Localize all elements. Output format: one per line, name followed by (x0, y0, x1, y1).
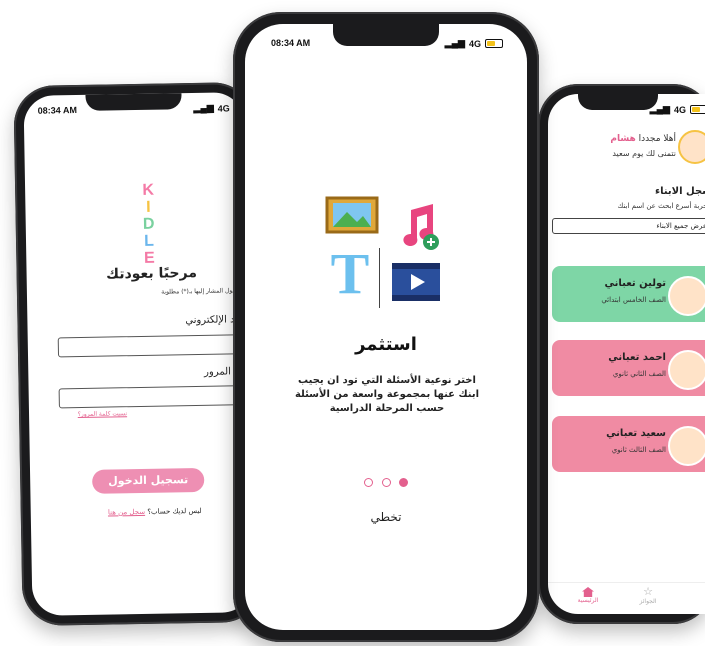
child-avatar (668, 276, 705, 316)
phone-notch (333, 24, 439, 46)
nav-awards[interactable]: ☆ الجوائز (628, 585, 668, 605)
login-button[interactable]: تسجيل الدخول (92, 467, 205, 494)
trophy-icon: ☆ (643, 585, 653, 598)
phone-notch (578, 94, 658, 110)
onboarding-title: استثمر (355, 334, 417, 355)
video-icon (392, 263, 440, 301)
nav-awards-label: الجوائز (639, 598, 657, 605)
signal-icon: ▂▄▆ (444, 38, 465, 48)
page-dot[interactable] (381, 478, 391, 487)
signal-icon: ▂▄▆ (193, 102, 214, 113)
nav-home[interactable]: الرئيسية (568, 587, 608, 604)
section-title: سجل الابناء (654, 186, 705, 197)
child-card[interactable]: سعيد تعباني الصف الثالث ثانوي (552, 416, 705, 472)
dashboard-screen: ▂▄▆ 4G أهلا مجددا هشام نتمنى لك يوم سعيد … (548, 94, 705, 614)
password-field[interactable] (58, 384, 253, 409)
page-title: مرحبًا بعودتك (106, 264, 198, 283)
network-label: 4G (468, 38, 481, 49)
onboarding-screen: 08:34 AM ▂▄▆ 4G T استثمر اختر نوعية الأس… (245, 24, 527, 630)
child-card[interactable]: احمد تعباني الصف الثاني ثانوي (552, 340, 705, 396)
music-icon (403, 204, 439, 250)
home-icon (582, 587, 594, 597)
bottom-nav: الرئيسية ☆ الجوائز (548, 582, 705, 614)
greeting-name: هشام (610, 134, 636, 144)
no-account-text: ليس لديك حساب؟ (147, 506, 202, 516)
forgot-password-link[interactable]: نسيت كلمة المرور؟ (57, 410, 127, 418)
section-sub: لتجربة أسرع ابحث عن اسم ابنك (617, 202, 705, 210)
child-card[interactable]: تولين تعباني الصف الخامس ابتدائي (552, 266, 705, 322)
user-avatar[interactable] (678, 130, 705, 164)
battery-icon (690, 105, 705, 114)
greeting: أهلا مجددا هشام (610, 134, 676, 144)
skip-button[interactable]: تخطي (245, 510, 527, 524)
child-name: احمد تعباني (608, 352, 666, 363)
status-time: 08:34 AM (37, 105, 78, 116)
status-time: 08:34 AM (271, 38, 311, 48)
child-grade: الصف الثاني ثانوي (612, 370, 666, 378)
page-dot[interactable] (364, 478, 374, 487)
show-all-button[interactable]: عرض جميع الابناء (552, 218, 705, 234)
greeting-sub: نتمنى لك يوم سعيد (612, 149, 676, 158)
child-avatar (668, 426, 705, 466)
kidle-logo: KIDLE (142, 181, 155, 267)
battery-icon (485, 39, 503, 48)
media-illustration: T (325, 192, 449, 316)
page-dot-active[interactable] (398, 478, 408, 487)
greeting-prefix: أهلا مجددا (638, 134, 676, 144)
child-grade: الصف الثالث ثانوي (611, 446, 666, 454)
nav-home-label: الرئيسية (577, 597, 599, 604)
phone-onboarding: 08:34 AM ▂▄▆ 4G T استثمر اختر نوعية الأس… (233, 12, 539, 642)
divider (379, 248, 380, 308)
child-avatar (668, 350, 705, 390)
login-screen: 08:34 AM ▂▄▆ 4G KIDLE مرحبًا بعودتك جميع … (23, 92, 253, 616)
child-grade: الصف الخامس ابتدائي (601, 296, 666, 304)
child-name: تولين تعباني (604, 278, 666, 289)
email-field[interactable] (57, 333, 253, 358)
phone-dashboard: ▂▄▆ 4G أهلا مجددا هشام نتمنى لك يوم سعيد … (538, 84, 705, 624)
network-label: 4G (673, 104, 686, 115)
network-label: 4G (217, 102, 230, 114)
text-icon: T (330, 241, 370, 306)
phone-login: 08:34 AM ▂▄▆ 4G KIDLE مرحبًا بعودتك جميع … (13, 81, 263, 627)
register-row: ليس لديك حساب؟ سجل من هنا (95, 507, 215, 517)
page-indicator (245, 472, 527, 491)
phone-notch (85, 93, 182, 111)
register-link[interactable]: سجل من هنا (108, 508, 145, 517)
onboarding-description: اختر نوعية الأسئلة التي تود ان يجيب ابنك… (294, 375, 480, 414)
child-name: سعيد تعباني (606, 428, 666, 439)
